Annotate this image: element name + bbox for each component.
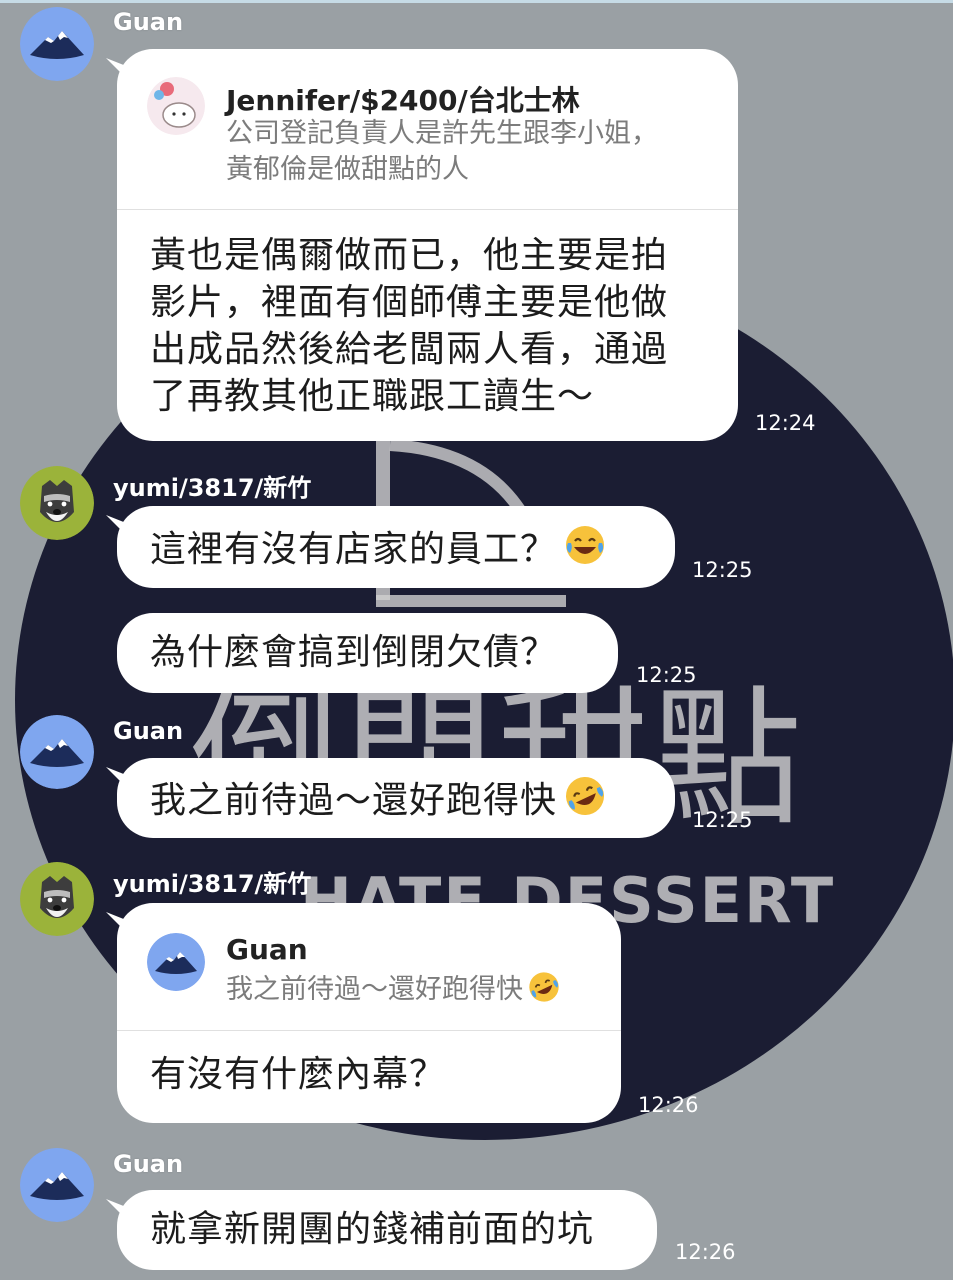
reply-preview-line: 公司登記負責人是許先生跟李小姐，: [226, 118, 658, 149]
message-line: 出成品然後給老闆兩人看，通過: [150, 329, 669, 370]
message-line: 黃也是偶爾做而已，他主要是拍: [150, 235, 669, 276]
message-bubble[interactable]: 我之前待過～還好跑得快: [117, 758, 675, 838]
message-text: 這裡有沒有店家的員工？: [150, 523, 607, 574]
message-text: 就拿新開團的錢補前面的坑: [150, 1209, 595, 1250]
message-time: 12:25: [636, 663, 697, 687]
reply-author: Guan: [226, 933, 308, 966]
guan-avatar[interactable]: [20, 1148, 94, 1222]
message-bubble[interactable]: 這裡有沒有店家的員工？: [117, 506, 675, 588]
message-line: 了再教其他正職跟工讀生～: [150, 376, 595, 417]
sender-name: Guan: [113, 8, 184, 36]
message-text: 為什麼會搞到倒閉欠債？: [150, 632, 558, 673]
message-time: 12:26: [638, 1093, 699, 1117]
reply-preview: 我之前待過～還好跑得快: [226, 970, 561, 1008]
message-text-content: 我之前待過～還好跑得快: [150, 780, 558, 821]
message-bubble[interactable]: 為什麼會搞到倒閉欠債？: [117, 613, 618, 693]
mountain-icon: [20, 715, 94, 789]
guan-reply-avatar: [147, 933, 205, 991]
message-time: 12:24: [755, 411, 816, 435]
jennifer-avatar: [147, 77, 205, 135]
sender-name: Guan: [113, 1150, 184, 1178]
message-time: 12:25: [692, 558, 753, 582]
reply-divider: [117, 1030, 621, 1031]
sender-name: Guan: [113, 717, 184, 745]
message-text: 有沒有什麼內幕？: [150, 1054, 447, 1095]
reply-divider: [117, 209, 738, 210]
message-time: 12:25: [692, 808, 753, 832]
message-time: 12:26: [675, 1240, 736, 1264]
rolling-on-the-floor-laughing-icon: [566, 777, 605, 815]
reply-author: Jennifer/$2400/台北士林: [226, 84, 580, 117]
guan-avatar[interactable]: [20, 715, 94, 789]
message-bubble[interactable]: 就拿新開團的錢補前面的坑: [117, 1190, 657, 1270]
reply-preview-line: 黃郁倫是做甜點的人: [226, 154, 469, 185]
guan-avatar[interactable]: [20, 7, 94, 81]
top-edge: [0, 0, 953, 3]
message-text: 我之前待過～還好跑得快: [150, 774, 607, 825]
balloon-bear-icon: [147, 77, 205, 135]
sender-name: yumi/3817/新竹: [113, 870, 312, 898]
sender-name: yumi/3817/新竹: [113, 474, 312, 502]
schnauzer-dog-icon: [20, 466, 94, 540]
face-with-tears-of-joy-icon: [566, 526, 605, 564]
message-bubble[interactable]: Guan 我之前待過～還好跑得快 有沒有什麼內幕？: [117, 903, 621, 1123]
mountain-icon: [20, 7, 94, 81]
yumi-avatar[interactable]: [20, 466, 94, 540]
message-bubble[interactable]: Jennifer/$2400/台北士林 公司登記負責人是許先生跟李小姐， 黃郁倫…: [117, 49, 738, 441]
mountain-icon: [147, 933, 205, 991]
reply-preview-text: 我之前待過～還好跑得快: [226, 974, 523, 1005]
message-line: 影片，裡面有個師傅主要是他做: [150, 282, 669, 323]
mountain-icon: [20, 1148, 94, 1222]
message-text-content: 這裡有沒有店家的員工？: [150, 529, 558, 570]
rolling-on-the-floor-laughing-icon: [529, 972, 559, 1002]
yumi-avatar[interactable]: [20, 862, 94, 936]
schnauzer-dog-icon: [20, 862, 94, 936]
